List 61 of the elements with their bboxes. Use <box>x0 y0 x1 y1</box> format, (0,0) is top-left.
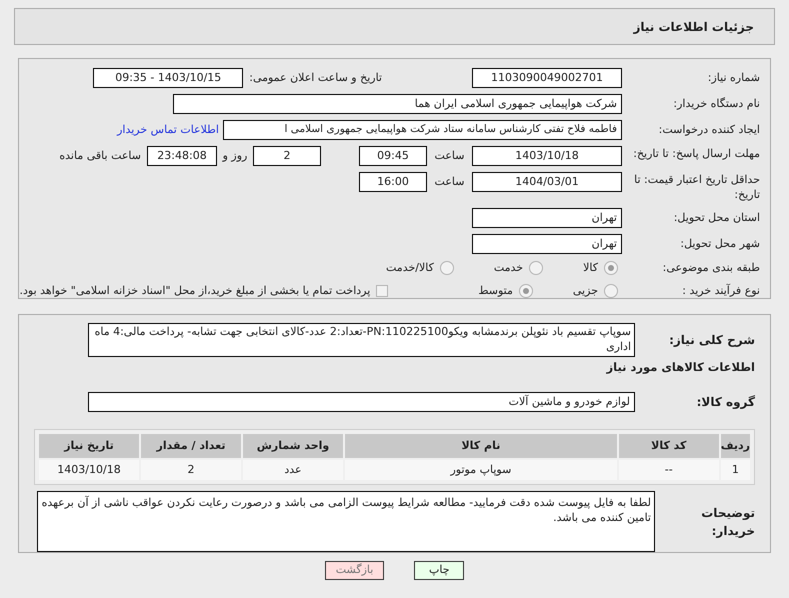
radio-button[interactable] <box>529 261 544 276</box>
radio-button[interactable] <box>440 261 454 276</box>
radio-button[interactable] <box>518 284 533 298</box>
text-field[interactable]: فاطمه فلاح تفتی کارشناس سامانه ستاد شرکت هواپیمایی جمهوری اسلامی ا <box>223 120 622 140</box>
text-field[interactable]: 1403/10/15 - 09:35 <box>93 68 244 88</box>
field-label: ساعت <box>434 148 464 164</box>
field-label: ساعت باقی مانده <box>59 148 141 164</box>
text-field[interactable]: 1404/03/01 <box>472 172 622 192</box>
field-label: گروه کالا: <box>696 395 755 410</box>
column-header: تاریخ نیاز <box>39 434 139 458</box>
text-field[interactable]: 16:00 <box>359 172 427 192</box>
contact-link[interactable]: اطلاعات تماس خریدار <box>117 122 219 138</box>
text-area[interactable]: لطفا به فایل پیوست شده دقت فرمایید- مطالعه شرایط پیوست الزامی می باشد و درصورت رعایت نکردن عواقب ناشی از آن برعهده تامین کننده می باشد. <box>37 491 655 552</box>
column-header: نام کالا <box>345 434 617 458</box>
radio-label: خدمت <box>494 260 524 276</box>
field-label: حداقل تاریخ اعتبار قیمت: تا تاریخ: <box>634 173 760 201</box>
column-header: واحد شمارش <box>243 434 343 458</box>
print-button[interactable]: چاپ <box>414 561 464 580</box>
table-cell: 1403/10/18 <box>39 460 139 480</box>
checkbox[interactable] <box>376 284 388 297</box>
radio-label: کالا/خدمت <box>386 260 434 276</box>
field-label: مهلت ارسال پاسخ: تا تاریخ: <box>633 147 760 160</box>
field-label: طبقه بندی موضوعی: <box>662 261 760 274</box>
field-label: شرح کلی نیاز: <box>669 333 755 347</box>
table-cell: 2 <box>141 460 241 480</box>
column-header: کد کالا <box>618 434 719 458</box>
radio-label: کالا <box>583 260 598 276</box>
text-field[interactable]: 1103090049002701 <box>472 68 622 88</box>
checkbox-label: پرداخت تمام یا بخشی از مبلغ خرید،از محل "اسناد خزانه اسلامی" خواهد بود. <box>20 282 370 299</box>
radio-label: متوسط <box>478 282 513 299</box>
text-field[interactable]: تهران <box>472 234 622 254</box>
field-label: توضیحات خریدار: <box>701 506 755 538</box>
field-label: استان محل تحویل: <box>674 210 760 224</box>
field-label: نام دستگاه خریدار: <box>673 96 760 110</box>
field-label: ساعت <box>434 174 464 190</box>
back-button[interactable]: بازگشت <box>324 561 384 580</box>
page-title: جزئیات اطلاعات نیاز <box>633 18 754 36</box>
field-label: شماره نیاز: <box>708 70 760 84</box>
text-field[interactable]: لوازم خودرو و ماشین آلات <box>88 392 635 412</box>
field-label: ایجاد کننده درخواست: <box>658 122 760 136</box>
radio-button[interactable] <box>604 284 618 298</box>
text-field[interactable]: 23:48:08 <box>147 146 217 166</box>
section-heading: اطلاعات کالاهای مورد نیاز <box>606 360 755 374</box>
field-label: نوع فرآیند خرید : <box>682 284 760 296</box>
text-area[interactable]: سوپاپ تقسیم باد نئوپلن برندمشابه ویکوPN:110225100-تعداد:2 عدد-کالای انتخابی جهت تشابه- پرداخت مالی:4 ماه اداری <box>88 323 635 357</box>
radio-button[interactable] <box>604 261 618 276</box>
radio-label: جزیی <box>572 282 598 299</box>
table-cell: عدد <box>243 460 343 480</box>
text-field[interactable]: 09:45 <box>359 146 427 166</box>
text-field[interactable]: 1403/10/18 <box>472 146 622 166</box>
column-header: ردیف <box>720 434 750 458</box>
text-field[interactable]: تهران <box>472 208 622 228</box>
table-cell: -- <box>618 460 719 480</box>
column-header: تعداد / مقدار <box>141 434 241 458</box>
table-cell: 1 <box>720 460 750 480</box>
field-label: تاریخ و ساعت اعلان عمومی: <box>249 70 382 86</box>
table-cell: سوپاپ موتور <box>345 460 617 480</box>
text-field[interactable]: شرکت هواپیمایی جمهوری اسلامی ایران هما <box>173 94 622 114</box>
field-label: روز و <box>222 148 248 164</box>
field-label: شهر محل تحویل: <box>680 236 760 250</box>
text-field[interactable]: 2 <box>253 146 321 166</box>
